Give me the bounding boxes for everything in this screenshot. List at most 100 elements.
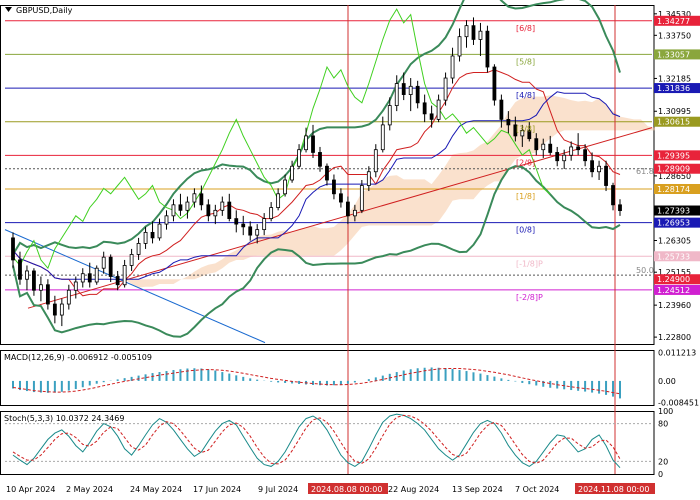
candle-body-35	[255, 229, 260, 236]
macd-title: MACD(12,26,9) -0.006912 -0.005109	[4, 353, 152, 362]
murrey-label-4: [2/8]	[516, 158, 535, 167]
candle-body-78	[555, 152, 560, 162]
chart-root: [6/8] [5/8] [4/8] [3/8] [2/8] [1/8] [0/8] [-1/8…	[0, 0, 700, 500]
candle-body-19	[143, 231, 148, 244]
candle-body-70	[499, 99, 504, 120]
candle-body-67	[478, 30, 483, 40]
murrey-label-3: [3/8]	[516, 125, 535, 134]
price-tag-6: 1.28174	[657, 185, 690, 194]
murrey-label-5: [1/8]	[516, 192, 535, 201]
date-label-3: 17 Jun 2024	[193, 485, 241, 494]
fib-label-1: 50.0	[636, 266, 654, 275]
candle-body-29	[213, 209, 218, 217]
candle-body-49	[352, 209, 357, 217]
candle-body-43	[311, 135, 315, 153]
candle-body-36	[262, 218, 267, 231]
price-tag-2: 1.31836	[657, 84, 690, 93]
candle-body-15	[115, 276, 120, 286]
candle-body-22	[164, 215, 169, 225]
price-tick-1: 1.33750	[658, 31, 691, 40]
price-tag-3: 1.30615	[657, 118, 690, 127]
candle-body-8	[66, 289, 71, 305]
candle-body-33	[241, 223, 246, 228]
candle-body-75	[534, 138, 539, 151]
candle-body-28	[206, 204, 211, 217]
stoch-title: Stoch(5,3,3) 10.0372 24.3469	[4, 414, 124, 423]
candle-12	[94, 265, 99, 285]
candle-body-84	[597, 165, 601, 173]
candle-body-14	[108, 256, 113, 277]
candle-body-38	[276, 193, 281, 208]
candle-body-47	[339, 193, 343, 203]
date-label-0: 10 Apr 2024	[6, 485, 55, 494]
stoch-tick-0: 100	[658, 407, 673, 416]
candle-body-65	[464, 25, 469, 38]
macd-tick-1: 0.00	[658, 377, 676, 386]
candle-body-2	[25, 270, 29, 280]
price-tag-7: 1.27393	[657, 207, 690, 216]
candle-body-21	[157, 223, 162, 239]
candle-body-31	[227, 201, 232, 219]
symbol-title: GBPUSD,Daily	[16, 6, 73, 15]
murrey-label-6: [0/8]	[516, 226, 535, 235]
candle-body-48	[345, 201, 350, 217]
date-label-2: 24 May 2024	[130, 485, 182, 494]
candle-body-79	[562, 154, 567, 162]
candle-body-55	[394, 83, 399, 106]
price-tag-1: 1.33057	[657, 50, 690, 59]
candle-body-57	[408, 85, 413, 95]
candle-body-59	[422, 102, 427, 115]
candle-body-68	[485, 30, 490, 68]
candle-body-85	[604, 165, 608, 186]
murrey-label-7: [-1/8]P	[516, 259, 543, 268]
candle-69	[492, 64, 497, 106]
candle-body-50	[359, 185, 364, 211]
stoch-tick-1: 80	[658, 420, 668, 429]
candle-body-87	[618, 204, 622, 212]
murrey-label-2: [4/8]	[516, 91, 535, 100]
stoch-tick-3: 0	[658, 470, 663, 479]
candle-body-32	[234, 218, 239, 225]
candle-body-20	[150, 231, 155, 239]
murrey-label-8: [-2/8]P	[516, 293, 543, 302]
candle-body-30	[220, 201, 225, 211]
candle-body-7	[59, 303, 64, 316]
candle-body-60	[429, 113, 434, 120]
candle-body-12	[94, 267, 99, 283]
price-tag-8: 1.26953	[657, 219, 690, 228]
murrey-label-0: [6/8]	[516, 24, 535, 33]
price-tick-5: 1.26305	[658, 237, 691, 246]
date-label-4: 9 Jul 2024	[258, 485, 298, 494]
price-tick-8: 1.22800	[658, 333, 691, 342]
candle-body-52	[373, 149, 378, 173]
date-label-7: 7 Oct 2024	[515, 485, 559, 494]
candle-body-17	[129, 254, 134, 266]
price-tag-4: 1.29395	[657, 151, 690, 160]
candle-body-81	[576, 146, 581, 151]
macd-tick-2: -0.008451	[658, 398, 699, 407]
date-highlight-1: 2024.11.08 00:00	[578, 485, 649, 494]
candle-68	[485, 25, 490, 73]
candle-body-27	[199, 193, 204, 206]
fib-label-0: 61.8	[636, 167, 654, 176]
candle-body-40	[290, 165, 294, 181]
candle-body-11	[87, 273, 92, 283]
candle-body-16	[122, 265, 127, 286]
candle-body-44	[318, 152, 322, 167]
price-tag-11: 1.24512	[657, 286, 690, 295]
price-tick-2: 1.32185	[658, 74, 691, 83]
price-tick-7: 1.23960	[658, 301, 691, 310]
candle-body-53	[380, 124, 385, 151]
candle-body-9	[73, 281, 78, 291]
candle-body-64	[457, 36, 462, 57]
candle-body-41	[297, 149, 301, 167]
candle-body-66	[471, 25, 476, 40]
candle-body-86	[611, 185, 615, 206]
price-tag-9: 1.25733	[657, 252, 690, 261]
candle-body-1	[18, 259, 22, 280]
candle-body-80	[569, 146, 574, 156]
price-tick-3: 1.30995	[658, 107, 691, 116]
price-tag-5: 1.28909	[657, 165, 690, 174]
candle-body-77	[548, 143, 553, 153]
candle-body-23	[171, 204, 176, 217]
